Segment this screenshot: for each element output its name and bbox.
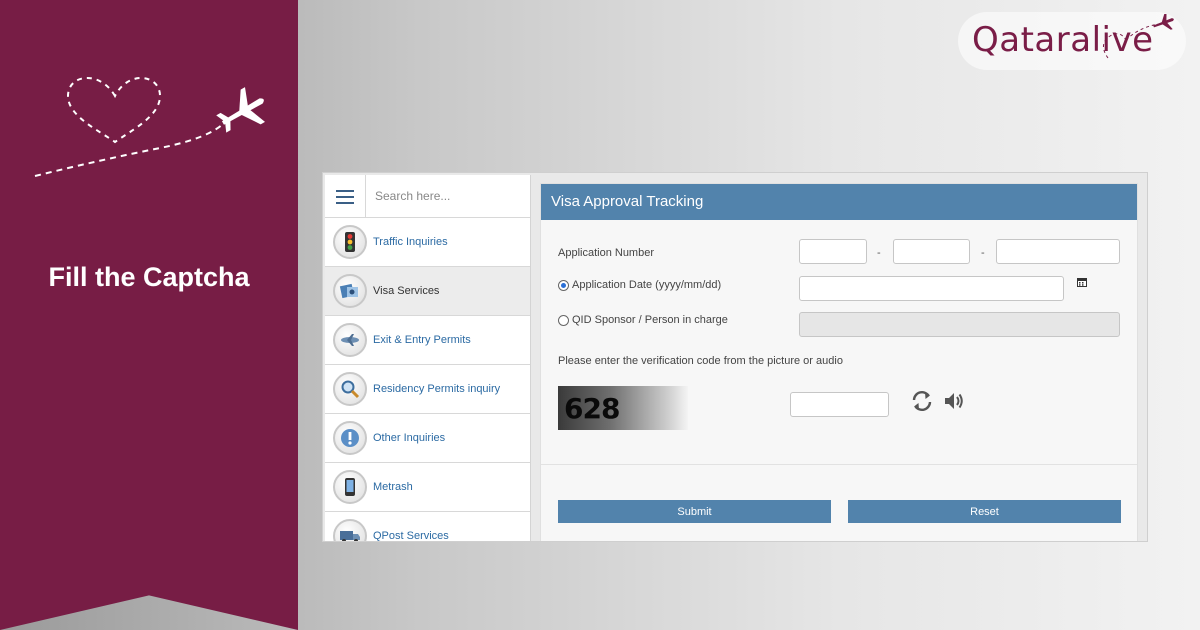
captcha-code: 628	[564, 392, 620, 425]
traffic-light-icon	[333, 225, 367, 259]
application-number-part3-input[interactable]	[996, 239, 1120, 264]
logo-airplane-icon	[1103, 14, 1174, 59]
banner-title: Fill the Captcha	[48, 262, 250, 292]
sidebar: Traffic Inquiries Visa Services Exit & E…	[325, 175, 531, 542]
sidebar-item-label: Residency Permits inquiry	[373, 383, 501, 395]
refresh-icon[interactable]	[910, 389, 934, 413]
phone-icon	[333, 470, 367, 504]
qataralive-logo: Qataralive	[958, 12, 1186, 70]
sidebar-item-metrash[interactable]: Metrash	[325, 463, 530, 512]
dash-separator: -	[981, 247, 985, 259]
sidebar-item-label: Traffic Inquiries	[373, 236, 448, 248]
reset-button[interactable]: Reset	[848, 500, 1121, 523]
sidebar-item-label: Other Inquiries	[373, 432, 446, 444]
sidebar-item-other-inquiries[interactable]: Other Inquiries	[325, 414, 530, 463]
application-date-radio[interactable]	[558, 280, 569, 291]
application-date-input[interactable]	[799, 276, 1064, 301]
captcha-image: 628	[558, 386, 688, 430]
sidebar-item-label: Exit & Entry Permits	[373, 334, 471, 346]
application-date-label: Application Date (yyyy/mm/dd)	[572, 279, 722, 291]
speaker-icon[interactable]	[942, 389, 966, 413]
sidebar-item-label: QPost Services	[373, 530, 449, 542]
sidebar-item-residency-permits[interactable]: Residency Permits inquiry	[325, 365, 530, 414]
verification-instructions: Please enter the verification code from …	[558, 355, 843, 367]
form-divider	[541, 464, 1137, 465]
sidebar-item-label: Visa Services	[373, 285, 440, 297]
info-icon	[333, 421, 367, 455]
visa-tracking-form: Visa Approval Tracking Application Numbe…	[540, 183, 1138, 541]
form-header: Visa Approval Tracking	[541, 184, 1137, 220]
hamburger-icon[interactable]	[325, 175, 366, 218]
sidebar-item-label: Metrash	[373, 481, 413, 493]
truck-icon	[333, 519, 367, 541]
sidebar-item-visa-services[interactable]: Visa Services	[325, 267, 530, 316]
left-banner: Fill the Captcha	[0, 0, 298, 630]
calendar-icon[interactable]	[1077, 277, 1087, 287]
submit-button[interactable]: Submit	[558, 500, 831, 523]
magnifier-icon	[333, 372, 367, 406]
airplane-icon	[333, 323, 367, 357]
visa-icon	[333, 274, 367, 308]
qid-sponsor-radio[interactable]	[558, 315, 569, 326]
sidebar-search-row	[325, 175, 530, 218]
captcha-input[interactable]	[790, 392, 889, 417]
application-number-part1-input[interactable]	[799, 239, 867, 264]
sidebar-item-exit-entry-permits[interactable]: Exit & Entry Permits	[325, 316, 530, 365]
qid-sponsor-input[interactable]	[799, 312, 1120, 337]
dash-separator: -	[877, 247, 881, 259]
qid-sponsor-label: QID Sponsor / Person in charge	[572, 314, 728, 326]
application-number-label: Application Number	[558, 247, 654, 259]
sidebar-item-qpost-services[interactable]: QPost Services	[325, 512, 530, 542]
portal-screenshot: Traffic Inquiries Visa Services Exit & E…	[322, 172, 1148, 542]
search-input[interactable]	[366, 175, 530, 217]
sidebar-item-traffic-inquiries[interactable]: Traffic Inquiries	[325, 218, 530, 267]
heart-airplane-icon	[34, 77, 265, 177]
application-number-part2-input[interactable]	[893, 239, 970, 264]
